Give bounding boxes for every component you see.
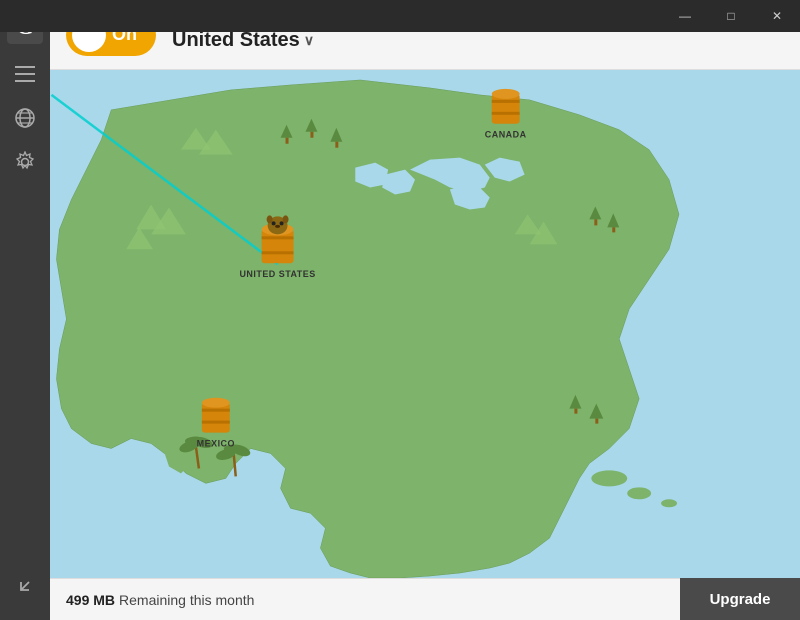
sidebar-collapse[interactable] <box>7 564 43 608</box>
upgrade-button[interactable]: Upgrade <box>680 578 800 620</box>
selected-country[interactable]: United States ∨ <box>172 29 314 52</box>
menu-icon[interactable] <box>7 56 43 92</box>
bottom-bar: 499 MB Remaining this month Upgrade <box>50 578 800 620</box>
map-area[interactable]: CANADA UNITED STATES <box>50 70 800 578</box>
data-amount: 499 MB <box>66 592 115 608</box>
remaining-text: Remaining this month <box>119 592 254 608</box>
mexico-location[interactable]: MEXICO <box>197 398 235 449</box>
data-remaining-info: 499 MB Remaining this month <box>50 578 680 620</box>
close-button[interactable]: ✕ <box>754 0 800 32</box>
maximize-button[interactable]: □ <box>708 0 754 32</box>
settings-icon[interactable] <box>7 144 43 180</box>
map-svg: CANADA UNITED STATES <box>50 70 800 578</box>
svg-text:MEXICO: MEXICO <box>197 439 235 449</box>
svg-text:CANADA: CANADA <box>485 130 527 140</box>
globe-icon[interactable] <box>7 100 43 136</box>
minimize-button[interactable]: — <box>662 0 708 32</box>
country-chevron-icon: ∨ <box>304 32 314 49</box>
collapse-icon[interactable] <box>7 568 43 604</box>
sidebar: G <box>0 0 50 620</box>
titlebar: — □ ✕ <box>0 0 800 32</box>
svg-text:UNITED STATES: UNITED STATES <box>239 269 315 279</box>
